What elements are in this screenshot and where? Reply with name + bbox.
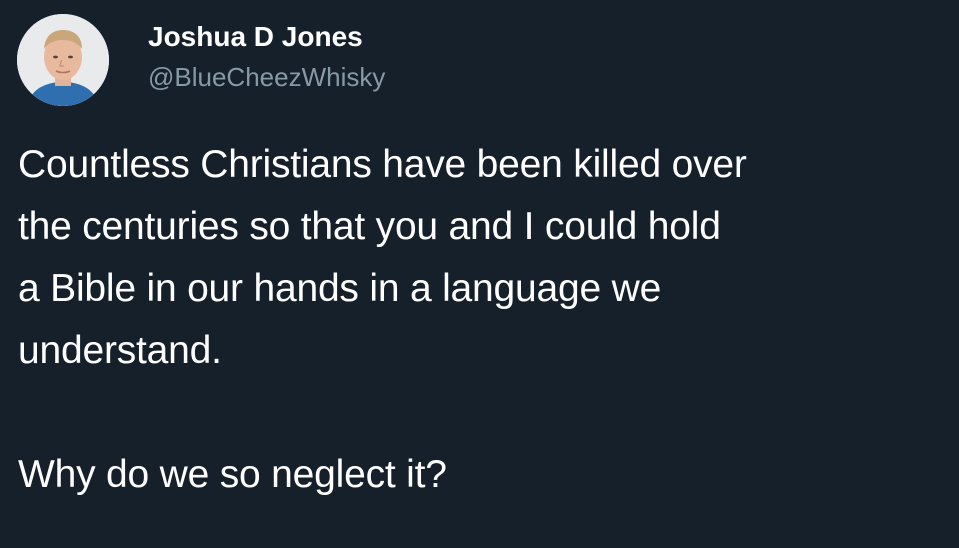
tweet-text-line: a Bible in our hands in a language we bbox=[18, 267, 662, 310]
tweet-text: Countless Christians have been killed ov… bbox=[18, 134, 948, 506]
profile-photo-icon bbox=[17, 14, 109, 106]
tweet-text-line: the centuries so that you and I could ho… bbox=[18, 205, 721, 248]
tweet-text-line: Why do we so neglect it? bbox=[18, 453, 447, 496]
tweet-header: Joshua D Jones @BlueCheezWhisky bbox=[17, 14, 385, 106]
tweet-text-line: Countless Christians have been killed ov… bbox=[18, 143, 747, 186]
avatar[interactable] bbox=[17, 14, 109, 106]
display-name[interactable]: Joshua D Jones bbox=[148, 20, 385, 54]
tweet-text-line: understand. bbox=[18, 329, 222, 372]
author-names: Joshua D Jones @BlueCheezWhisky bbox=[148, 20, 385, 92]
user-handle[interactable]: @BlueCheezWhisky bbox=[148, 62, 385, 92]
tweet-card: Joshua D Jones @BlueCheezWhisky Countles… bbox=[0, 0, 959, 548]
